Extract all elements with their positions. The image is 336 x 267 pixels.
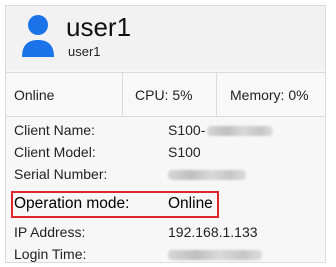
client-model-row: Client Model: S100 [6, 141, 325, 163]
client-model-label: Client Model: [14, 144, 96, 160]
ip-address-value: 192.168.1.133 [168, 224, 258, 240]
user-header: user1 user1 [6, 6, 325, 70]
client-model-value: S100 [168, 144, 201, 160]
login-time-row: Login Time: [6, 243, 325, 265]
redacted-block [168, 250, 262, 261]
status-bar: Online CPU: 5% Memory: 0% [6, 72, 325, 117]
user-avatar-icon [22, 15, 54, 57]
client-card: user1 user1 Online CPU: 5% Memory: 0% Cl… [5, 5, 326, 263]
ip-address-label: IP Address: [14, 224, 86, 240]
cpu-usage: CPU: 5% [123, 73, 217, 116]
client-name-value: S100- [168, 119, 274, 141]
login-time-value [168, 243, 262, 265]
operation-mode-label: Operation mode: [14, 195, 130, 212]
client-name-label: Client Name: [14, 122, 95, 138]
ip-address-row: IP Address: 192.168.1.133 [6, 221, 325, 243]
serial-number-label: Serial Number: [14, 166, 108, 182]
client-name-prefix: S100- [168, 122, 206, 138]
memory-usage: Memory: 0% [230, 86, 309, 103]
serial-number-row: Serial Number: [6, 163, 325, 185]
serial-number-value [168, 163, 246, 185]
login-time-label: Login Time: [14, 246, 87, 262]
online-status: Online [6, 73, 123, 116]
operation-mode-row: Operation mode: Online [6, 193, 325, 215]
operation-mode-value: Online [168, 195, 213, 212]
redacted-block [207, 126, 274, 137]
client-name-row: Client Name: S100- [6, 119, 325, 141]
redacted-block [168, 170, 246, 181]
user-username: user1 [68, 44, 101, 59]
user-display-name: user1 [66, 12, 132, 42]
